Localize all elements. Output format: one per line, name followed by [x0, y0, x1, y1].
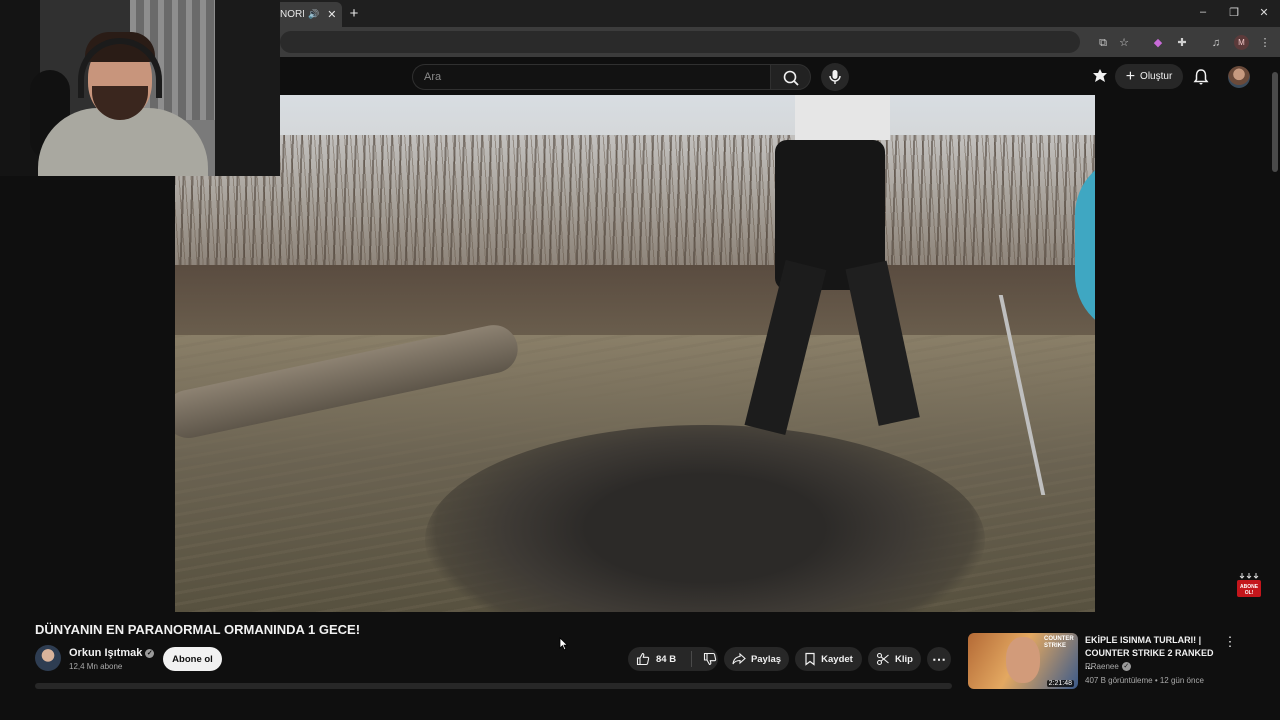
- tab-close-icon[interactable]: ✕: [327, 8, 336, 21]
- extensions-puzzle-icon[interactable]: ✚: [1174, 35, 1190, 51]
- install-app-icon[interactable]: ⧉: [1095, 35, 1111, 51]
- search-button[interactable]: [770, 64, 811, 90]
- channel-name[interactable]: Orkun Işıtmak ✓: [69, 647, 155, 659]
- plus-icon: +: [1125, 67, 1136, 85]
- share-icon: [732, 652, 746, 665]
- subscribe-watermark-badge[interactable]: ABONE OL!: [1236, 572, 1262, 598]
- page-scrollbar[interactable]: [1270, 60, 1280, 688]
- microphone-icon: [829, 70, 841, 84]
- address-bar[interactable]: [280, 31, 1080, 53]
- restore-icon[interactable]: ❐: [1222, 6, 1246, 19]
- channel-name-text: Orkun Işıtmak: [69, 647, 143, 659]
- recommendation-channel[interactable]: RRaenee ✓: [1085, 662, 1131, 671]
- like-count: 84 B: [656, 653, 677, 665]
- extension-purple-icon[interactable]: ◆: [1150, 35, 1166, 51]
- video-player[interactable]: [175, 95, 1095, 612]
- like-divider: [691, 651, 693, 667]
- thumbnail-text: COUNTER STRIKE: [1044, 636, 1074, 649]
- dislike-button[interactable]: [703, 652, 717, 666]
- recommendation-meta: 407 B görüntüleme • 12 gün önce: [1085, 676, 1204, 685]
- mouse-cursor-icon: [559, 637, 569, 651]
- window-close-icon[interactable]: ✕: [1252, 6, 1276, 19]
- subscriber-count: 12,4 Mn abone: [69, 662, 123, 671]
- save-label: Kaydet: [821, 653, 853, 665]
- thumbs-up-icon: [636, 652, 650, 666]
- tab-title: NORM: [280, 9, 304, 20]
- video-duration: 2:21:48: [1046, 680, 1074, 687]
- subscribe-button[interactable]: Abone ol: [163, 647, 222, 671]
- scissors-icon: [876, 652, 889, 666]
- media-control-icon[interactable]: ♫: [1208, 35, 1224, 51]
- browser-profile-avatar[interactable]: M: [1234, 35, 1249, 50]
- webcam-overlay: [0, 0, 280, 176]
- video-frame-person: [744, 95, 925, 445]
- search-icon: [783, 70, 799, 86]
- bookmark-icon: [805, 652, 815, 666]
- bookmark-star-icon[interactable]: ☆: [1116, 35, 1132, 51]
- account-avatar[interactable]: [1228, 66, 1250, 88]
- svg-text:OL!: OL!: [1245, 590, 1254, 596]
- description-box-edge[interactable]: [35, 683, 952, 689]
- clip-button[interactable]: Klip: [868, 647, 921, 671]
- notifications-bell-icon[interactable]: [1191, 67, 1211, 87]
- share-label: Paylaş: [750, 653, 782, 665]
- recommendation-thumbnail[interactable]: COUNTER STRIKE 2:21:48: [968, 633, 1078, 689]
- minimize-icon[interactable]: –: [1191, 6, 1215, 18]
- channel-avatar[interactable]: [35, 645, 61, 671]
- save-button[interactable]: Kaydet: [795, 647, 862, 671]
- tab-audio-icon[interactable]: 🔊: [308, 9, 319, 20]
- create-label: Oluştur: [1140, 71, 1173, 82]
- scrollbar-thumb[interactable]: [1272, 72, 1278, 172]
- recommendation-more-icon[interactable]: ⋮: [1222, 634, 1238, 650]
- more-actions-button[interactable]: ⋯: [927, 647, 951, 671]
- premium-settings-icon[interactable]: [1090, 67, 1110, 87]
- search-input[interactable]: [412, 64, 770, 90]
- like-dislike-group: 84 B: [628, 647, 718, 671]
- clip-label: Klip: [895, 653, 913, 665]
- browser-menu-icon[interactable]: ⋮: [1257, 35, 1273, 51]
- share-button[interactable]: Paylaş: [724, 647, 789, 671]
- new-tab-button[interactable]: +: [345, 5, 363, 23]
- video-title: DÜNYANIN EN PARANORMAL ORMANINDA 1 GECE!: [35, 622, 361, 637]
- create-button[interactable]: + Oluştur: [1115, 64, 1183, 89]
- verified-check-icon: ✓: [145, 649, 155, 658]
- like-button[interactable]: 84 B: [636, 652, 676, 666]
- verified-check-icon: ✓: [1121, 662, 1131, 671]
- more-horizontal-icon: ⋯: [932, 650, 946, 667]
- browser-tab[interactable]: NORM 🔊 ✕: [272, 2, 342, 27]
- recommendation-channel-name: RRaenee: [1085, 662, 1119, 671]
- voice-search-button[interactable]: [821, 63, 849, 91]
